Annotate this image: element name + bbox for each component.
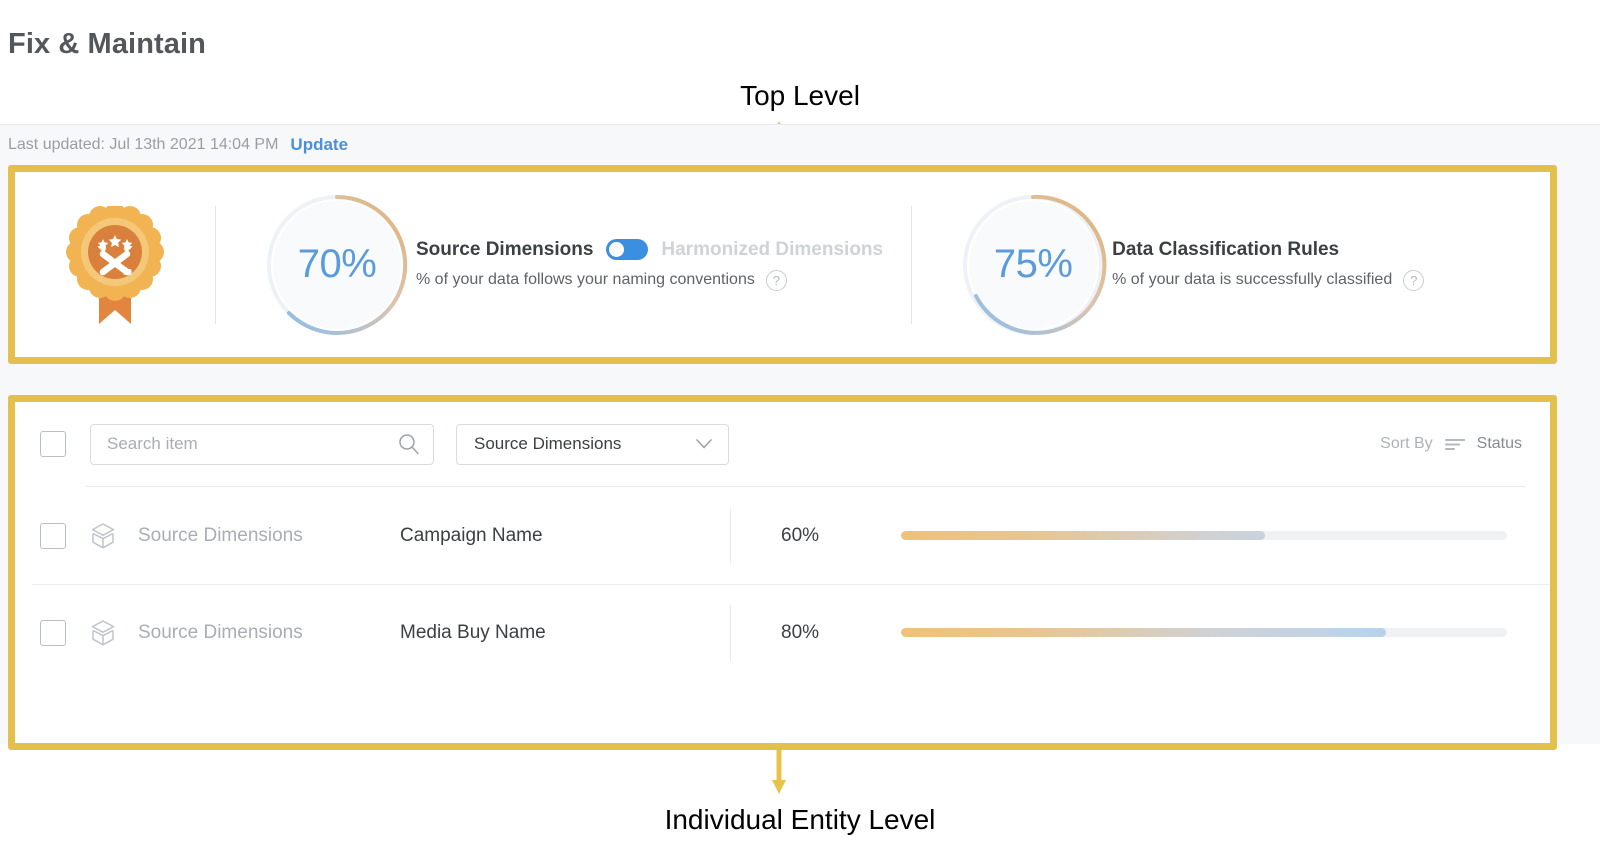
- annotation-entity-level-label: Individual Entity Level: [664, 804, 936, 835]
- search-input-wrapper[interactable]: [90, 423, 434, 465]
- summary-card: 70% Source Dimensions Harmonized Dimensi…: [15, 172, 1550, 357]
- row-progress-track: [901, 628, 1507, 637]
- entity-type-select-value: Source Dimensions: [474, 434, 622, 453]
- entity-type-select[interactable]: Source Dimensions: [456, 423, 729, 465]
- metric-subtitle-source-dimensions: % of your data follows your naming conve…: [416, 271, 755, 288]
- entity-list-card: Source Dimensions Sort By Status: [15, 402, 1550, 754]
- row-name: Media Buy Name: [400, 621, 546, 643]
- app-root: Fix & Maintain Top Level Last updated: J…: [0, 0, 1600, 867]
- chevron-down-icon[interactable]: [695, 438, 713, 450]
- table-row[interactable]: Source Dimensions Campaign Name 60%: [15, 487, 1550, 584]
- cube-box-icon: [90, 619, 116, 647]
- gauge-value-data-classification-rules: 75%: [993, 242, 1073, 286]
- gauge-value-source-dimensions: 70%: [297, 242, 377, 286]
- select-all-checkbox[interactable]: [40, 431, 66, 457]
- cube-box-icon: [90, 522, 116, 550]
- metric-title-source-dimensions: Source Dimensions: [416, 238, 594, 260]
- row-divider: [730, 604, 731, 661]
- search-icon[interactable]: [398, 433, 420, 455]
- annotation-bottom-arrow-icon: [772, 750, 786, 794]
- metric-data-classification-rules: 75% Data Classification Rules % of your …: [912, 172, 1452, 357]
- last-updated-text: Last updated: Jul 13th 2021 14:04 PM: [8, 136, 279, 153]
- list-toolbar: Source Dimensions Sort By Status: [15, 402, 1550, 486]
- row-progress-track: [901, 531, 1507, 540]
- metric-title-harmonized-dimensions[interactable]: Harmonized Dimensions: [661, 239, 883, 261]
- metric-subtitle-data-classification-rules: % of your data is successfully classifie…: [1112, 271, 1393, 288]
- sort-lines-icon[interactable]: [1444, 436, 1466, 452]
- sort-by-control[interactable]: Sort By Status: [1380, 435, 1522, 453]
- metric-source-dimensions: 70% Source Dimensions Harmonized Dimensi…: [216, 172, 911, 357]
- row-type: Source Dimensions: [138, 524, 303, 546]
- search-input[interactable]: [107, 434, 398, 454]
- row-name: Campaign Name: [400, 524, 543, 546]
- table-row[interactable]: Source Dimensions Media Buy Name 80%: [15, 584, 1550, 681]
- sort-by-label: Sort By: [1380, 435, 1433, 452]
- row-checkbox[interactable]: [40, 522, 66, 549]
- last-updated-bar: Last updated: Jul 13th 2021 14:04 PM Upd…: [0, 124, 1600, 166]
- row-progress-fill: [901, 531, 1265, 540]
- metric-title-data-classification-rules: Data Classification Rules: [1112, 238, 1340, 260]
- row-checkbox[interactable]: [40, 619, 66, 646]
- row-progress-fill: [901, 628, 1386, 637]
- gauge-source-dimensions: 70%: [258, 186, 416, 344]
- update-link[interactable]: Update: [290, 135, 348, 155]
- gauge-data-classification-rules: 75%: [954, 186, 1112, 344]
- page-title: Fix & Maintain: [8, 28, 206, 60]
- dimensions-mode-toggle[interactable]: [606, 239, 649, 260]
- annotation-top-level-label: Top Level: [740, 80, 860, 111]
- row-percent-label: 60%: [781, 524, 820, 546]
- help-circle-icon[interactable]: ?: [765, 269, 787, 291]
- row-percent-label: 80%: [781, 621, 820, 643]
- award-medal-tools-icon: [15, 205, 215, 324]
- toggle-knob: [609, 242, 625, 257]
- row-type: Source Dimensions: [138, 621, 303, 643]
- sort-by-value[interactable]: Status: [1477, 435, 1522, 453]
- row-divider: [730, 507, 731, 564]
- help-circle-icon[interactable]: ?: [1403, 269, 1425, 291]
